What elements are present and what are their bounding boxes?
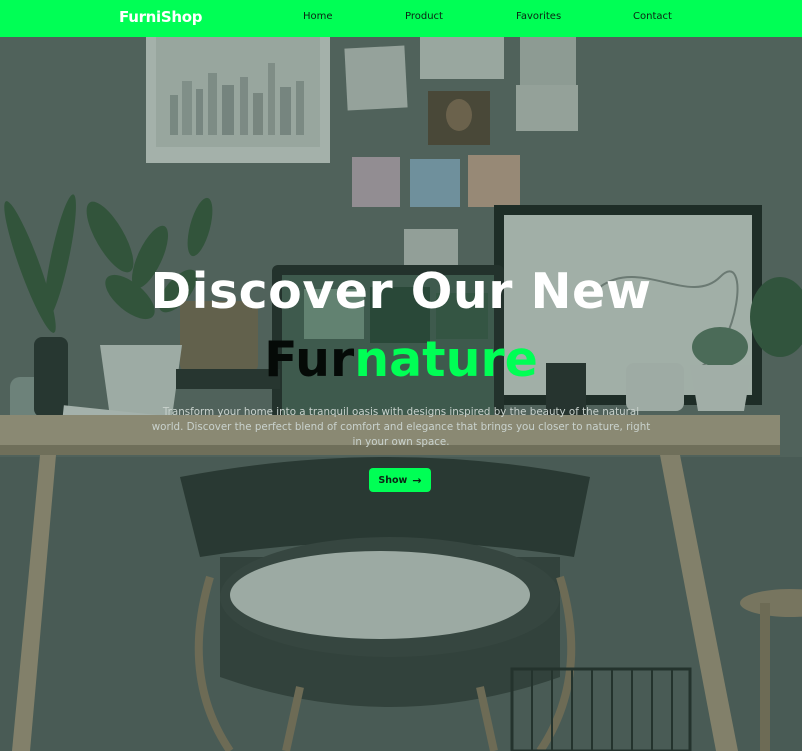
hero-description: Transform your home into a tranquil oasi…	[151, 406, 651, 448]
nav-favorites-link[interactable]: Favorites	[516, 11, 561, 22]
show-button[interactable]: Show →	[369, 468, 431, 492]
hero-title-dark-part: Fur	[264, 331, 355, 388]
hero-section: Discover Our New Furnature Transform you…	[0, 37, 802, 751]
nav-home-link[interactable]: Home	[303, 11, 333, 22]
arrow-right-icon: →	[412, 473, 422, 487]
hero-title-green-part: nature	[354, 331, 538, 388]
show-button-label: Show	[378, 474, 408, 486]
page: FurniShop Home Product Favorites Contact	[0, 0, 802, 751]
navbar: FurniShop Home Product Favorites Contact	[0, 0, 802, 37]
nav-contact-link[interactable]: Contact	[633, 11, 672, 22]
nav-product-link[interactable]: Product	[405, 11, 443, 22]
hero-title-line2: Furnature	[0, 329, 802, 391]
hero-title-line1: Discover Our New	[150, 263, 652, 320]
brand-logo[interactable]: FurniShop	[119, 8, 203, 26]
